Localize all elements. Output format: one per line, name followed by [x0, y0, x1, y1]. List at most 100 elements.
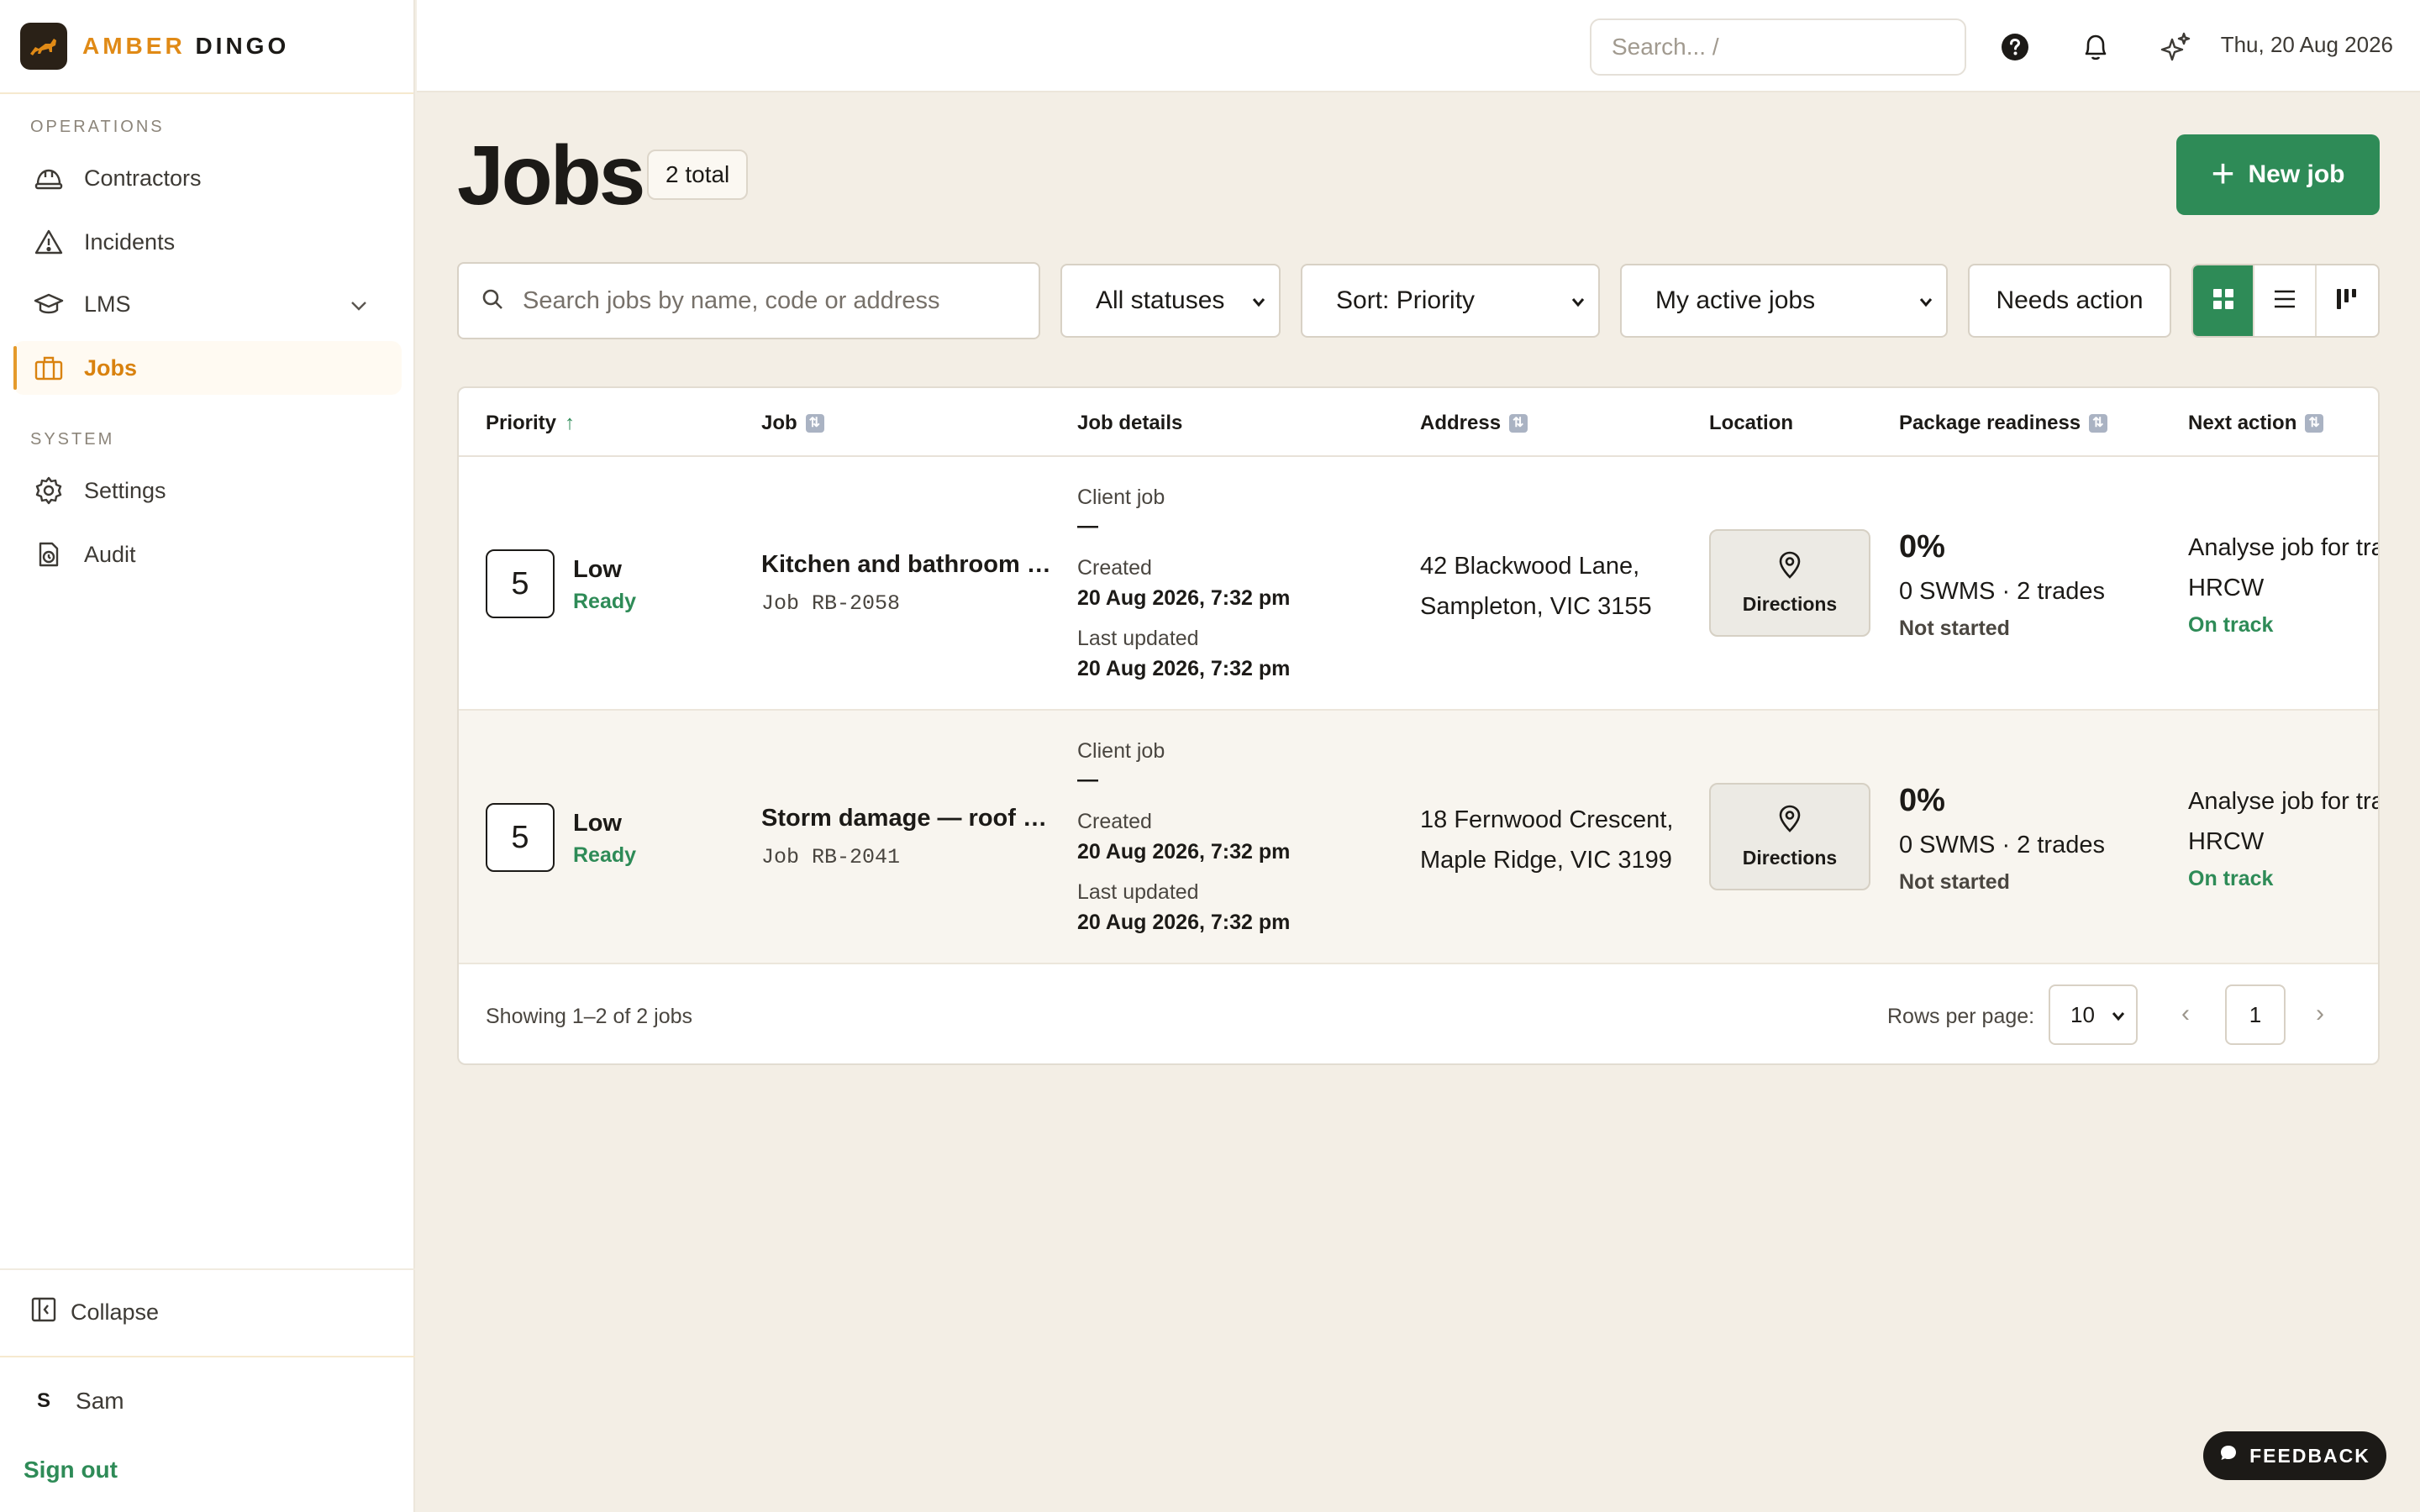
scope-select-value: My active jobs: [1655, 286, 1816, 314]
column-header-job[interactable]: Job: [761, 412, 824, 435]
column-header-label: Package readiness: [1899, 412, 2081, 434]
brand-name-part2: DINGO: [195, 33, 290, 59]
status-select-value: All statuses: [1096, 286, 1225, 314]
sidebar-item-audit[interactable]: Audit: [13, 528, 402, 581]
new-job-label: New job: [2248, 160, 2345, 188]
jobs-table: Priority ↑ Job Job details Address Locat…: [457, 386, 2380, 1065]
grid-icon: [2212, 287, 2235, 315]
sign-out-link[interactable]: Sign out: [24, 1457, 118, 1483]
sidebar-item-contractors[interactable]: Contractors: [13, 151, 402, 205]
collapse-label: Collapse: [71, 1299, 160, 1325]
audit-clock-icon: [34, 539, 64, 570]
priority-number: 5: [486, 549, 555, 618]
user-profile[interactable]: S Sam: [37, 1388, 124, 1415]
priority-label: Low: [573, 810, 622, 837]
table-row[interactable]: 5 Low Ready Storm damage — roof and gutt…: [459, 711, 2378, 964]
address-line: Sampleton, VIC 3155: [1420, 593, 1652, 620]
next-action-line: Analyse job for trades: [2188, 534, 2378, 561]
sort-icon: [2089, 414, 2108, 433]
scope-select[interactable]: My active jobs: [1620, 264, 1948, 338]
next-action-line: Analyse job for trades: [2188, 788, 2378, 815]
job-code: Job RB-2058: [761, 591, 901, 616]
hard-hat-icon: [34, 163, 64, 193]
job-search-input[interactable]: [523, 286, 993, 315]
chevron-down-icon: [1250, 291, 1267, 321]
topbar: Search... / Thu, 20 Aug 2026: [417, 0, 2420, 92]
column-header-address[interactable]: Address: [1420, 412, 1528, 435]
grid-view-button[interactable]: [2193, 265, 2255, 336]
page-number-button[interactable]: 1: [2225, 984, 2286, 1045]
column-header-location: Location: [1709, 412, 1793, 435]
updated-label: Last updated: [1077, 880, 1199, 904]
column-header-label: Job: [761, 412, 797, 434]
column-header-label: Location: [1709, 412, 1793, 434]
job-name[interactable]: Kitchen and bathroom renovation: [761, 551, 1055, 579]
collapse-button[interactable]: Collapse: [30, 1294, 159, 1331]
feedback-button[interactable]: FEEDBACK: [2203, 1431, 2386, 1480]
sidebar-item-label: Jobs: [84, 354, 138, 381]
kanban-icon: [2334, 286, 2360, 316]
rows-per-page-select[interactable]: 10: [2049, 984, 2138, 1045]
column-header-label: Priority: [486, 412, 557, 434]
sort-select[interactable]: Sort: Priority: [1301, 264, 1600, 338]
sort-select-value: Sort: Priority: [1336, 286, 1476, 314]
graduation-cap-icon: [34, 289, 64, 319]
created-value: 20 Aug 2026, 7:32 pm: [1077, 586, 1291, 610]
sidebar-item-label: Contractors: [84, 165, 202, 191]
collapse-sidebar-icon: [30, 1296, 57, 1329]
next-action: Analyse job for trades HRCW: [2188, 528, 2378, 608]
board-view-button[interactable]: [2317, 265, 2378, 336]
sidebar-item-label: LMS: [84, 291, 131, 317]
status-select[interactable]: All statuses: [1060, 264, 1281, 338]
created-label: Created: [1077, 556, 1152, 580]
chevron-down-icon: [1570, 291, 1586, 321]
created-label: Created: [1077, 810, 1152, 833]
table-row[interactable]: 5 Low Ready Kitchen and bathroom renovat…: [459, 457, 2378, 711]
priority-status: Ready: [573, 590, 637, 613]
chat-bubble-icon: [2219, 1444, 2238, 1467]
address-line: 42 Blackwood Lane,: [1420, 553, 1640, 580]
status-badge: On track: [2188, 867, 2274, 890]
next-page-button[interactable]: ›: [2316, 1000, 2324, 1028]
sparkle-icon[interactable]: [2160, 30, 2193, 64]
job-code: Job RB-2041: [761, 845, 901, 869]
directions-button[interactable]: Directions: [1709, 529, 1870, 637]
next-action-line: HRCW: [2188, 575, 2265, 601]
job-search-field[interactable]: [457, 262, 1040, 339]
job-name[interactable]: Storm damage — roof and gutter repairs: [761, 805, 1055, 832]
client-job-label: Client job: [1077, 486, 1165, 509]
sidebar-item-label: Audit: [84, 541, 136, 567]
directions-button[interactable]: Directions: [1709, 783, 1870, 890]
sidebar-item-incidents[interactable]: Incidents: [13, 215, 402, 269]
rows-per-page-value: 10: [2070, 1001, 2095, 1027]
prev-page-button[interactable]: ‹: [2181, 1000, 2190, 1028]
sidebar-item-settings[interactable]: Settings: [13, 464, 402, 517]
needs-action-button[interactable]: Needs action: [1968, 264, 2171, 338]
sidebar-item-jobs[interactable]: Jobs: [13, 341, 402, 395]
help-icon[interactable]: [1998, 30, 2032, 64]
priority-number: 5: [486, 803, 555, 872]
brand[interactable]: AMBER DINGO: [0, 0, 413, 94]
chevron-down-icon: [2111, 1006, 2126, 1032]
column-header-priority[interactable]: Priority ↑: [486, 412, 575, 435]
column-header-package-readiness[interactable]: Package readiness: [1899, 412, 2108, 435]
avatar: S: [37, 1389, 51, 1412]
chevron-down-icon[interactable]: [350, 291, 368, 318]
column-header-next-action[interactable]: Next action: [2188, 412, 2324, 435]
address-line: 18 Fernwood Crescent,: [1420, 806, 1674, 833]
column-header-label: Job details: [1077, 412, 1183, 434]
table-footer: Showing 1–2 of 2 jobs Rows per page: 10 …: [459, 964, 2378, 1063]
next-action-line: HRCW: [2188, 828, 2265, 855]
global-search-input[interactable]: Search... /: [1590, 18, 1966, 76]
briefcase-icon: [34, 353, 64, 383]
list-view-button[interactable]: [2254, 265, 2317, 336]
updated-value: 20 Aug 2026, 7:32 pm: [1077, 911, 1291, 934]
column-header-label: Address: [1420, 412, 1502, 434]
sidebar: AMBER DINGO OPERATIONS Contractors Incid…: [0, 0, 415, 1512]
package-summary: 0 SWMS · 2 trades: [1899, 578, 2105, 605]
updated-value: 20 Aug 2026, 7:32 pm: [1077, 657, 1291, 680]
page-title: Jobs: [457, 129, 645, 223]
bell-icon[interactable]: [2079, 30, 2112, 64]
sidebar-item-lms[interactable]: LMS: [13, 277, 402, 331]
new-job-button[interactable]: + New job: [2176, 134, 2380, 215]
